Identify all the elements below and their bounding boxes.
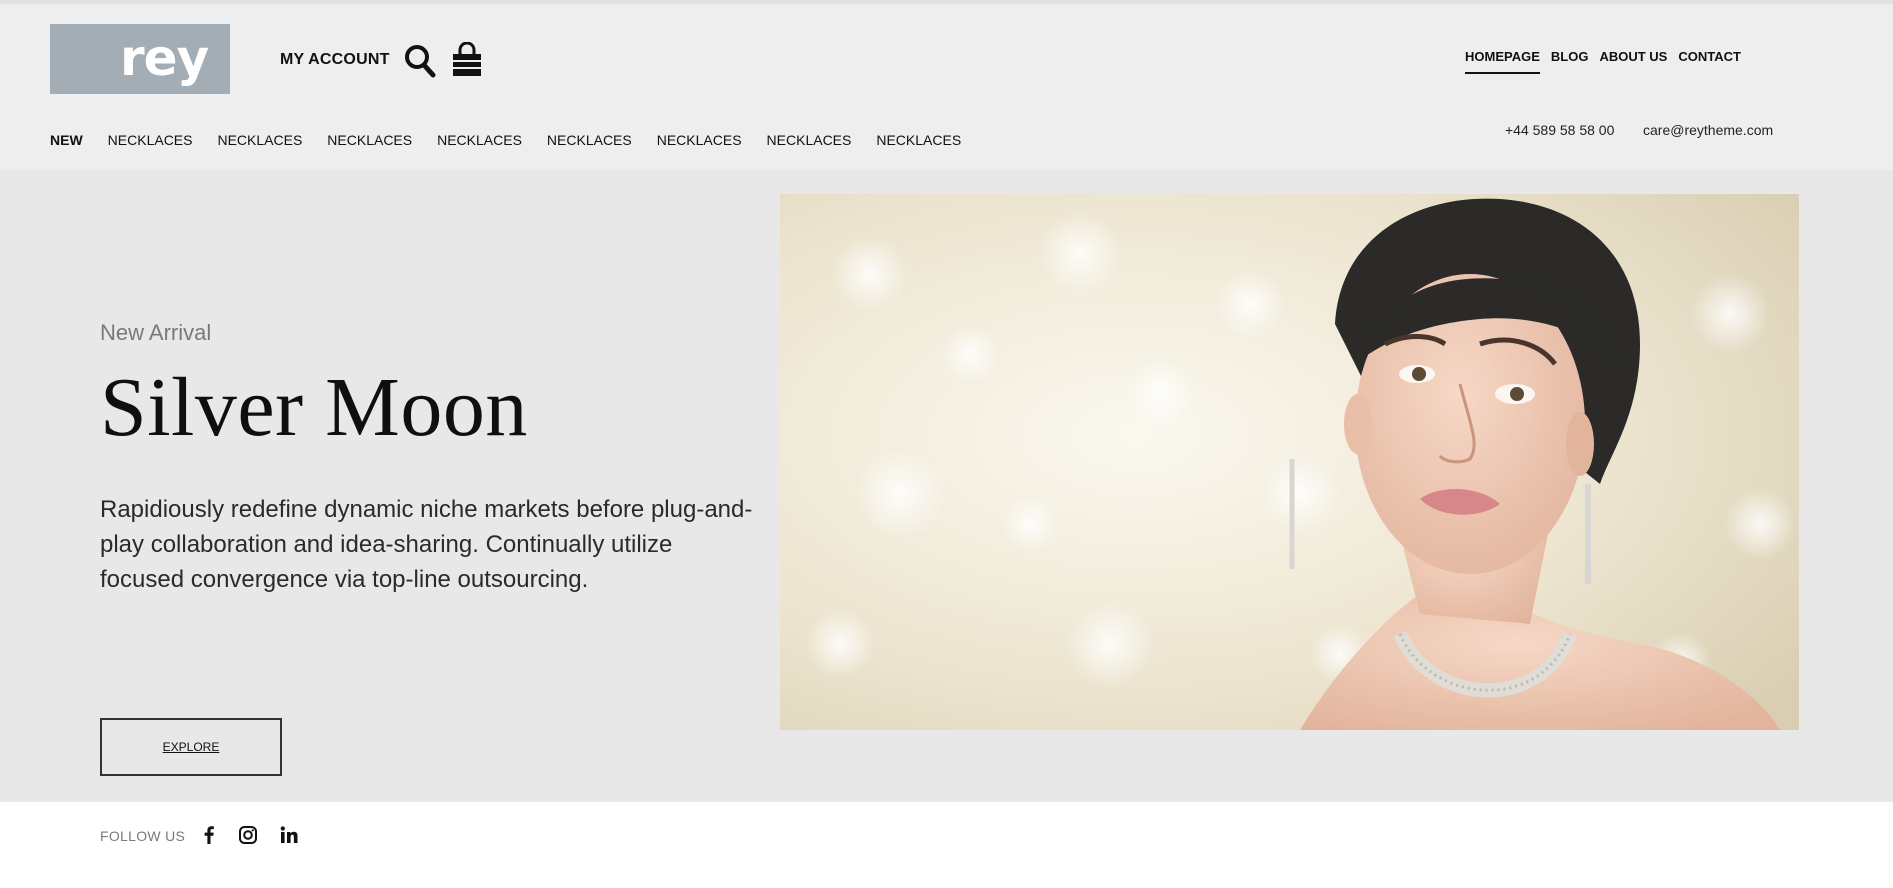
hero-banner: New Arrival Silver Moon Rapidiously rede… [0,170,1893,802]
category-necklaces[interactable]: NECKLACES [108,132,193,148]
email-address[interactable]: care@reytheme.com [1643,122,1773,138]
instagram-icon[interactable] [237,824,259,846]
nav-about-us[interactable]: ABOUT US [1599,49,1667,74]
site-logo[interactable]: rey [50,24,230,94]
my-account-link[interactable]: MY ACCOUNT [280,51,390,69]
category-necklaces[interactable]: NECKLACES [547,132,632,148]
category-new[interactable]: NEW [50,132,83,148]
hero-description: Rapidiously redefine dynamic niche marke… [100,496,753,593]
follow-bar: FOLLOW US [0,802,1893,888]
hero-eyebrow: New Arrival [100,320,212,345]
hero-image [780,194,1799,730]
nav-homepage[interactable]: HOMEPAGE [1465,49,1540,74]
category-navigation: NEW NECKLACES NECKLACES NECKLACES NECKLA… [50,132,961,148]
follow-us-label: FOLLOW US [100,828,186,844]
hero-title: Silver Moon [100,361,528,454]
nav-blog[interactable]: BLOG [1551,49,1589,74]
category-necklaces[interactable]: NECKLACES [217,132,302,148]
category-necklaces[interactable]: NECKLACES [657,132,742,148]
category-necklaces[interactable]: NECKLACES [767,132,852,148]
search-icon[interactable] [404,44,436,78]
shopping-bag-icon[interactable] [450,41,484,78]
category-necklaces[interactable]: NECKLACES [327,132,412,148]
phone-number[interactable]: +44 589 58 58 00 [1505,122,1614,138]
category-necklaces[interactable]: NECKLACES [437,132,522,148]
linkedin-icon[interactable] [278,824,300,846]
facebook-icon[interactable] [198,824,220,846]
site-header: rey MY ACCOUNT HOMEPAGE BLOG ABOUT US CO… [0,4,1893,170]
logo-text: rey [120,29,209,87]
category-necklaces[interactable]: NECKLACES [876,132,961,148]
main-navigation: HOMEPAGE BLOG ABOUT US CONTACT [1465,49,1741,74]
explore-button[interactable]: EXPLORE [100,718,282,776]
nav-contact[interactable]: CONTACT [1678,49,1741,74]
